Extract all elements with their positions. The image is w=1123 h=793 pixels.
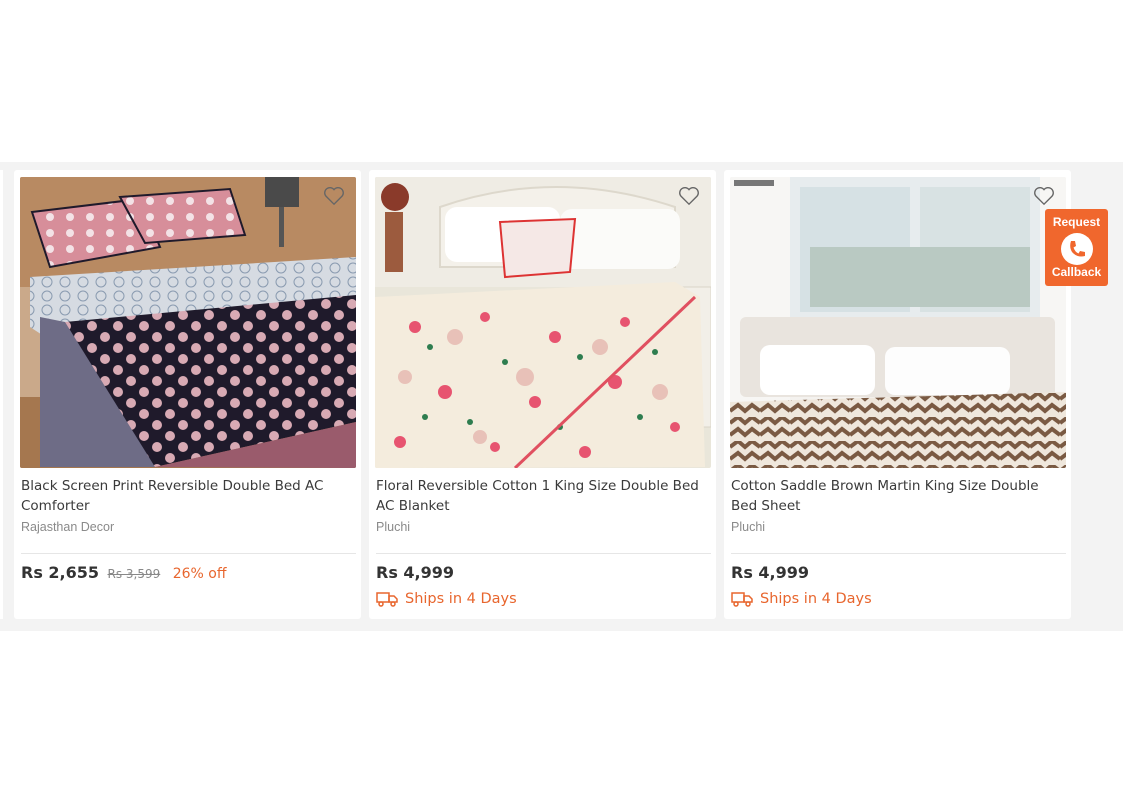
shipping-info: Ships in 4 Days xyxy=(376,591,517,607)
callback-top-label: Request xyxy=(1052,215,1101,229)
divider xyxy=(731,553,1066,554)
product-title[interactable]: Cotton Saddle Brown Martin King Size Dou… xyxy=(731,477,1066,516)
shipping-text: Ships in 4 Days xyxy=(405,591,517,607)
product-title[interactable]: Black Screen Print Reversible Double Bed… xyxy=(21,477,356,516)
product-brand: Pluchi xyxy=(376,520,411,534)
product-card[interactable]: Black Screen Print Reversible Double Bed… xyxy=(14,170,361,619)
wishlist-heart-icon[interactable] xyxy=(323,186,345,206)
price-row: Rs 4,999 xyxy=(731,563,809,583)
sale-price: Rs 2,655 xyxy=(21,563,100,582)
product-title[interactable]: Floral Reversible Cotton 1 King Size Dou… xyxy=(376,477,711,516)
wishlist-heart-icon[interactable] xyxy=(678,186,700,206)
sale-price: Rs 4,999 xyxy=(376,563,455,582)
divider xyxy=(21,553,356,554)
phone-icon xyxy=(1061,233,1093,265)
product-card[interactable]: Floral Reversible Cotton 1 King Size Dou… xyxy=(369,170,716,619)
original-price: Rs 3,599 xyxy=(107,567,161,581)
sale-price: Rs 4,999 xyxy=(731,563,810,582)
shipping-info: Ships in 4 Days xyxy=(731,591,872,607)
product-image[interactable] xyxy=(730,177,1066,468)
product-image[interactable] xyxy=(20,177,356,468)
product-card[interactable]: Cotton Saddle Brown Martin King Size Dou… xyxy=(724,170,1071,619)
product-brand: Pluchi xyxy=(731,520,766,534)
price-row: Rs 2,655 Rs 3,599 26% off xyxy=(21,563,226,583)
truck-icon xyxy=(731,592,753,607)
previous-card-edge xyxy=(0,170,3,619)
divider xyxy=(376,553,711,554)
request-callback-button[interactable]: Request Callback xyxy=(1045,209,1108,286)
shipping-text: Ships in 4 Days xyxy=(760,591,872,607)
product-brand: Rajasthan Decor xyxy=(21,520,115,534)
wishlist-heart-icon[interactable] xyxy=(1033,186,1055,206)
price-row: Rs 4,999 xyxy=(376,563,454,583)
product-image[interactable] xyxy=(375,177,711,468)
truck-icon xyxy=(376,592,398,607)
callback-bottom-label: Callback xyxy=(1051,265,1102,279)
discount-label: 26% off xyxy=(172,566,227,582)
